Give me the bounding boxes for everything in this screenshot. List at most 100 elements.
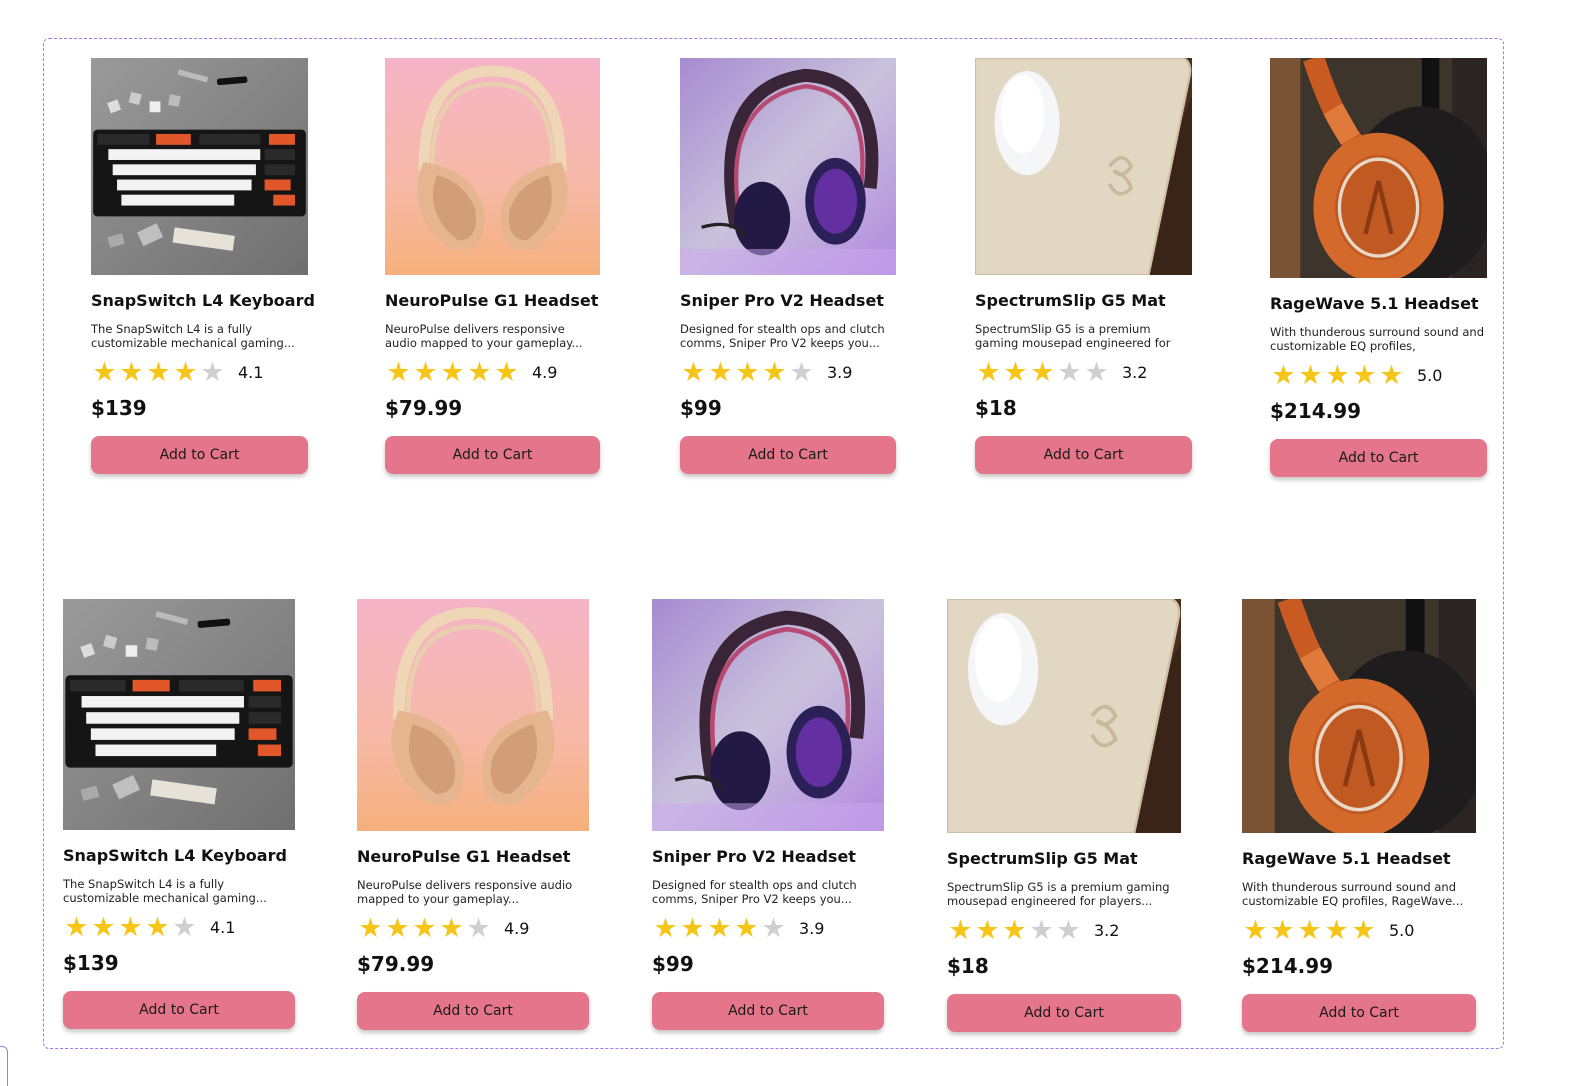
product-image[interactable] — [385, 58, 600, 275]
rating-stars: ★ ★ ★ ★ ★ — [385, 356, 520, 387]
star-filled-icon: ★ — [1003, 356, 1028, 387]
product-name[interactable]: SnapSwitch L4 Keyboard — [63, 846, 295, 865]
product-card[interactable]: SpectrumSlip G5 Mat SpectrumSlip G5 is a… — [947, 599, 1181, 1032]
product-card[interactable]: SpectrumSlip G5 Mat SpectrumSlip G5 is a… — [975, 58, 1192, 474]
rating-value: 4.9 — [504, 918, 530, 938]
product-price: $99 — [680, 396, 722, 420]
add-to-cart-button[interactable]: Add to Cart — [385, 436, 600, 474]
rating-stars: ★ ★ ★ ★ ★ — [1242, 914, 1377, 945]
product-image[interactable] — [1270, 58, 1487, 278]
star-empty-icon: ★ — [466, 912, 491, 943]
product-name[interactable]: RageWave 5.1 Headset — [1242, 849, 1476, 868]
product-card[interactable]: Sniper Pro V2 Headset Designed for steal… — [680, 58, 896, 474]
rating-value: 3.9 — [799, 918, 825, 938]
rating-value: 4.9 — [532, 362, 558, 382]
star-empty-icon: ★ — [200, 356, 225, 387]
product-image[interactable] — [357, 599, 589, 831]
product-card[interactable]: RageWave 5.1 Headset With thunderous sur… — [1270, 58, 1487, 477]
star-filled-icon: ★ — [1002, 914, 1027, 945]
product-name[interactable]: NeuroPulse G1 Headset — [385, 291, 600, 310]
add-to-cart-button[interactable]: Add to Cart — [91, 436, 308, 474]
product-name[interactable]: SpectrumSlip G5 Mat — [947, 849, 1181, 868]
product-description: SpectrumSlip G5 is a premium gaming mous… — [975, 322, 1171, 350]
product-card[interactable]: RageWave 5.1 Headset With thunderous sur… — [1242, 599, 1476, 1032]
product-name[interactable]: Sniper Pro V2 Headset — [652, 847, 884, 866]
star-empty-icon: ★ — [1029, 914, 1054, 945]
rating-value: 5.0 — [1389, 920, 1415, 940]
product-rating: ★ ★ ★ ★ ★ 3.9 — [652, 914, 884, 942]
star-filled-icon: ★ — [494, 356, 519, 387]
add-to-cart-button[interactable]: Add to Cart — [1270, 439, 1487, 477]
product-description: SpectrumSlip G5 is a premium gaming mous… — [947, 880, 1170, 908]
product-description: Designed for stealth ops and clutch comm… — [652, 878, 857, 906]
selection-corner-marker — [0, 1046, 8, 1086]
star-filled-icon: ★ — [735, 356, 760, 387]
rating-stars: ★ ★ ★ ★ ★ — [1270, 359, 1405, 390]
star-filled-icon: ★ — [976, 356, 1001, 387]
product-name[interactable]: NeuroPulse G1 Headset — [357, 847, 589, 866]
star-filled-icon: ★ — [386, 356, 411, 387]
add-to-cart-button[interactable]: Add to Cart — [1242, 994, 1476, 1032]
product-name[interactable]: Sniper Pro V2 Headset — [680, 291, 896, 310]
add-to-cart-button[interactable]: Add to Cart — [975, 436, 1192, 474]
product-rating: ★ ★ ★ ★ ★ 3.2 — [975, 358, 1192, 386]
product-rating: ★ ★ ★ ★ ★ 4.9 — [385, 358, 600, 386]
star-filled-icon: ★ — [385, 912, 410, 943]
product-name[interactable]: SnapSwitch L4 Keyboard — [91, 291, 315, 310]
star-empty-icon: ★ — [1057, 356, 1082, 387]
star-filled-icon: ★ — [707, 912, 732, 943]
product-rating: ★ ★ ★ ★ ★ 4.9 — [357, 914, 589, 942]
product-card[interactable]: SnapSwitch L4 Keyboard The SnapSwitch L4… — [91, 58, 315, 474]
product-card[interactable]: Sniper Pro V2 Headset Designed for steal… — [652, 599, 884, 1030]
product-image[interactable] — [91, 58, 308, 275]
star-empty-icon: ★ — [1056, 914, 1081, 945]
product-image[interactable] — [947, 599, 1181, 833]
add-to-cart-button[interactable]: Add to Cart — [680, 436, 896, 474]
product-image[interactable] — [63, 599, 295, 830]
star-filled-icon: ★ — [358, 912, 383, 943]
star-empty-icon: ★ — [172, 911, 197, 942]
product-description: NeuroPulse delivers responsive audio map… — [385, 322, 583, 350]
star-empty-icon: ★ — [789, 356, 814, 387]
star-filled-icon: ★ — [92, 356, 117, 387]
star-filled-icon: ★ — [1030, 356, 1055, 387]
product-description: With thunderous surround sound and custo… — [1242, 880, 1464, 908]
star-filled-icon: ★ — [173, 356, 198, 387]
product-rating: ★ ★ ★ ★ ★ 3.2 — [947, 916, 1181, 944]
rating-stars: ★ ★ ★ ★ ★ — [947, 914, 1082, 945]
product-rating: ★ ★ ★ ★ ★ 3.9 — [680, 358, 896, 386]
add-to-cart-button[interactable]: Add to Cart — [947, 994, 1181, 1032]
rating-stars: ★ ★ ★ ★ ★ — [652, 912, 787, 943]
product-card[interactable]: NeuroPulse G1 Headset NeuroPulse deliver… — [385, 58, 600, 474]
star-filled-icon: ★ — [1352, 359, 1377, 390]
star-empty-icon: ★ — [761, 912, 786, 943]
product-image[interactable] — [1242, 599, 1476, 833]
rating-stars: ★ ★ ★ ★ ★ — [63, 911, 198, 942]
product-card[interactable]: NeuroPulse G1 Headset NeuroPulse deliver… — [357, 599, 589, 1030]
add-to-cart-button[interactable]: Add to Cart — [357, 992, 589, 1030]
star-filled-icon: ★ — [1271, 359, 1296, 390]
product-image[interactable] — [652, 599, 884, 831]
star-filled-icon: ★ — [1298, 359, 1323, 390]
product-image[interactable] — [975, 58, 1192, 275]
add-to-cart-button[interactable]: Add to Cart — [652, 992, 884, 1030]
product-rating: ★ ★ ★ ★ ★ 4.1 — [63, 913, 295, 941]
product-price: $99 — [652, 952, 694, 976]
product-rating: ★ ★ ★ ★ ★ 4.1 — [91, 358, 308, 386]
add-to-cart-button[interactable]: Add to Cart — [63, 991, 295, 1029]
star-filled-icon: ★ — [64, 911, 89, 942]
product-card[interactable]: SnapSwitch L4 Keyboard The SnapSwitch L4… — [63, 599, 295, 1029]
rating-stars: ★ ★ ★ ★ ★ — [91, 356, 226, 387]
product-description: The SnapSwitch L4 is a fully customizabl… — [91, 322, 295, 350]
rating-value: 4.1 — [210, 917, 236, 937]
star-filled-icon: ★ — [681, 356, 706, 387]
product-name[interactable]: RageWave 5.1 Headset — [1270, 294, 1487, 313]
star-filled-icon: ★ — [1297, 914, 1322, 945]
star-filled-icon: ★ — [412, 912, 437, 943]
star-filled-icon: ★ — [467, 356, 492, 387]
product-price: $79.99 — [385, 396, 463, 420]
product-name[interactable]: SpectrumSlip G5 Mat — [975, 291, 1192, 310]
product-image[interactable] — [680, 58, 896, 275]
star-filled-icon: ★ — [146, 356, 171, 387]
star-filled-icon: ★ — [680, 912, 705, 943]
